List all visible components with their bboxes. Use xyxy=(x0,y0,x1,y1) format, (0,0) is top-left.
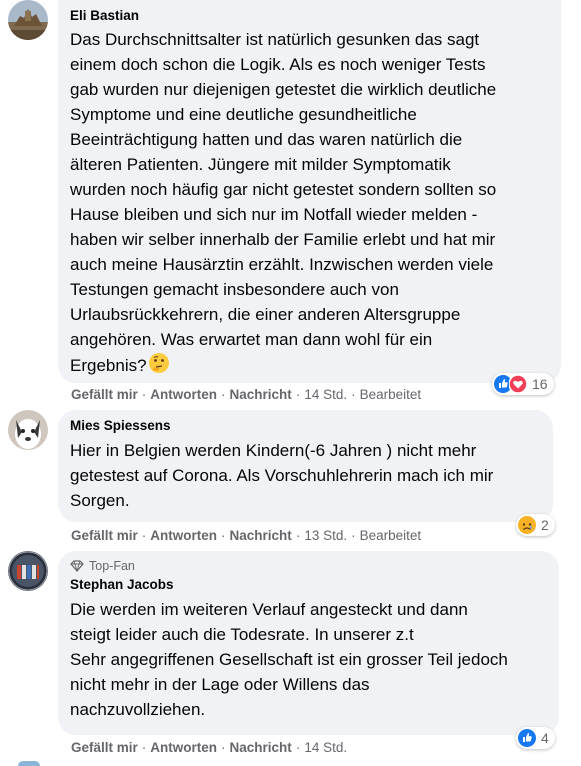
comment-thread: Eli Bastian Das Durchschnittsalter ist n… xyxy=(0,0,581,766)
message-action-link[interactable]: Nachricht xyxy=(230,740,292,755)
comment-actions: Gefällt mir · Antworten · Nachricht · 14 Std. xyxy=(71,740,348,755)
reply-action-link[interactable]: Antworten xyxy=(150,528,217,543)
comment-text: Hier in Belgien werden Kindern(-6 Jahren… xyxy=(70,441,494,510)
reply-action-link[interactable]: Antworten xyxy=(150,387,217,402)
sad-icon xyxy=(518,516,536,534)
comment-bubble: Eli Bastian Das Durchschnittsalter ist n… xyxy=(58,0,561,383)
love-icon xyxy=(509,375,527,393)
top-fan-badge: Top-Fan xyxy=(70,558,547,574)
avatar[interactable] xyxy=(8,551,48,591)
edited-label: Bearbeitet xyxy=(359,528,422,543)
reaction-count: 2 xyxy=(541,517,549,533)
reaction-count: 16 xyxy=(532,376,548,392)
timestamp[interactable]: 14 Std. xyxy=(304,387,347,402)
timestamp[interactable]: 14 Std. xyxy=(304,740,347,755)
thinking-face-icon xyxy=(148,352,170,381)
comment-author[interactable]: Mies Spiessens xyxy=(70,417,541,435)
message-action-link[interactable]: Nachricht xyxy=(230,528,292,543)
like-action-link[interactable]: Gefällt mir xyxy=(71,740,138,755)
comment-text: Das Durchschnittsalter ist natürlich ges… xyxy=(70,27,549,381)
message-action-link[interactable]: Nachricht xyxy=(230,387,292,402)
next-comment-avatar[interactable] xyxy=(18,761,40,766)
top-fan-label: Top-Fan xyxy=(89,559,135,573)
comment-actions: Gefällt mir · Antworten · Nachricht · 13 Std. ·… xyxy=(71,528,422,543)
reaction-summary[interactable]: 4 xyxy=(516,727,555,749)
comment-text: Die werden im weiteren Verlauf angesteck… xyxy=(70,600,508,719)
comment-bubble: Top-Fan Stephan Jacobs Die werden im wei… xyxy=(58,551,559,735)
like-action-link[interactable]: Gefällt mir xyxy=(71,528,138,543)
comment-text-content: Das Durchschnittsalter ist natürlich ges… xyxy=(70,30,497,375)
reaction-count: 4 xyxy=(541,730,549,746)
like-icon xyxy=(518,729,536,747)
avatar[interactable] xyxy=(8,0,48,40)
comment-author[interactable]: Eli Bastian xyxy=(70,7,549,25)
avatar[interactable] xyxy=(8,410,48,450)
reply-action-link[interactable]: Antworten xyxy=(150,740,217,755)
comment-actions: Gefällt mir · Antworten · Nachricht · 14 Std. ·… xyxy=(71,387,422,402)
like-action-link[interactable]: Gefällt mir xyxy=(71,387,138,402)
comment-bubble: Mies Spiessens Hier in Belgien werden Ki… xyxy=(58,410,553,522)
timestamp[interactable]: 13 Std. xyxy=(304,528,347,543)
edited-label: Bearbeitet xyxy=(359,387,422,402)
reaction-summary[interactable]: 16 xyxy=(492,373,554,395)
comment-author[interactable]: Stephan Jacobs xyxy=(70,576,547,594)
diamond-icon xyxy=(70,560,84,572)
reaction-summary[interactable]: 2 xyxy=(516,514,555,536)
